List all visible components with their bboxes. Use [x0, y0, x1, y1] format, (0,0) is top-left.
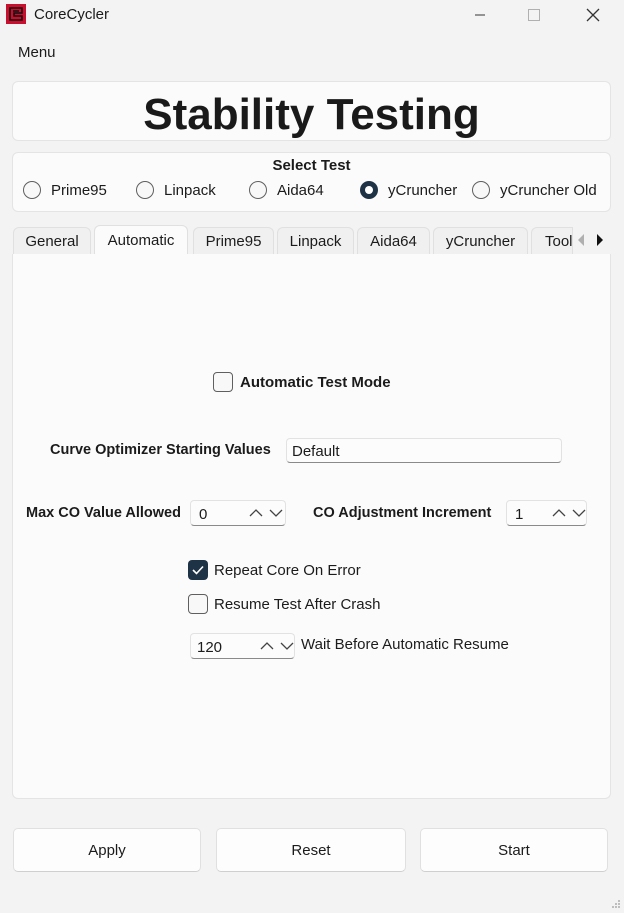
checkbox-unchecked-icon	[213, 372, 233, 392]
radio-aida64[interactable]: Aida64	[249, 179, 324, 201]
max-co-value: 0	[199, 506, 208, 523]
tab-prime95[interactable]: Prime95	[193, 227, 274, 254]
tab-ycruncher[interactable]: yCruncher	[433, 227, 528, 254]
tab-general[interactable]: General	[13, 227, 91, 254]
apply-button[interactable]: Apply	[13, 828, 201, 872]
resume-after-crash-checkbox[interactable]: Resume Test After Crash	[188, 594, 380, 614]
arrow-right-icon	[597, 234, 603, 246]
select-test-title: Select Test	[272, 157, 351, 174]
chevron-down-icon[interactable]	[572, 508, 586, 518]
chevron-up-icon[interactable]	[552, 508, 566, 518]
tab-linpack[interactable]: Linpack	[277, 227, 354, 254]
resume-after-crash-label: Resume Test After Crash	[214, 595, 381, 613]
maximize-button[interactable]	[511, 0, 557, 30]
repeat-core-label: Repeat Core On Error	[214, 561, 361, 579]
minimize-button[interactable]	[457, 0, 503, 30]
radio-selected-icon	[360, 181, 378, 199]
curve-optimizer-field[interactable]: Default	[286, 438, 562, 463]
menu-button[interactable]: Menu	[18, 44, 56, 61]
wait-seconds-value: 120	[197, 639, 223, 656]
checkmark-icon	[188, 560, 208, 580]
tab-aida64[interactable]: Aida64	[357, 227, 430, 254]
max-co-label: Max CO Value Allowed	[26, 505, 181, 521]
radio-circle-icon	[136, 181, 154, 199]
wait-seconds-spinbox[interactable]: 120	[190, 633, 295, 659]
window-title: CoreCycler	[34, 6, 110, 23]
automatic-tab-panel	[12, 254, 611, 799]
tab-scroll-left-button[interactable]	[573, 229, 589, 251]
co-increment-spinbox[interactable]: 1	[506, 500, 587, 526]
chevron-up-icon[interactable]	[260, 641, 274, 651]
radio-circle-icon	[249, 181, 267, 199]
radio-circle-icon	[472, 181, 490, 199]
minimize-icon	[475, 14, 485, 16]
radio-label: yCruncher	[388, 181, 458, 199]
resize-grip-icon[interactable]	[611, 896, 621, 908]
tab-tools[interactable]: Tool	[531, 227, 573, 254]
app-logo-icon	[6, 4, 26, 24]
header-panel: Stability Testing	[12, 81, 611, 141]
select-test-panel: Select Test Prime95 Linpack Aida64 yCrun…	[12, 152, 611, 212]
max-co-spinbox[interactable]: 0	[190, 500, 286, 526]
radio-ycruncher[interactable]: yCruncher	[360, 179, 457, 201]
radio-ycruncher-old[interactable]: yCruncher Old	[472, 179, 597, 201]
chevron-down-icon[interactable]	[269, 508, 283, 518]
close-button[interactable]	[570, 0, 616, 30]
curve-optimizer-label: Curve Optimizer Starting Values	[50, 442, 271, 458]
wait-before-resume-label: Wait Before Automatic Resume	[301, 636, 509, 653]
chevron-down-icon[interactable]	[280, 641, 294, 651]
page-title: Stability Testing	[143, 90, 480, 139]
automatic-test-mode-label: Automatic Test Mode	[240, 373, 391, 391]
curve-optimizer-value: Default	[292, 443, 340, 460]
tab-automatic[interactable]: Automatic	[94, 225, 188, 255]
radio-label: Prime95	[51, 181, 107, 199]
repeat-core-checkbox[interactable]: Repeat Core On Error	[188, 560, 361, 580]
maximize-icon	[528, 9, 540, 21]
start-button[interactable]: Start	[420, 828, 608, 872]
tab-scroll-right-button[interactable]	[592, 229, 608, 251]
radio-prime95[interactable]: Prime95	[23, 179, 107, 201]
automatic-test-mode-checkbox[interactable]: Automatic Test Mode	[213, 372, 391, 392]
radio-label: Linpack	[164, 181, 216, 199]
radio-label: Aida64	[277, 181, 324, 199]
chevron-up-icon[interactable]	[249, 508, 263, 518]
co-increment-value: 1	[515, 506, 524, 523]
radio-linpack[interactable]: Linpack	[136, 179, 216, 201]
reset-button[interactable]: Reset	[216, 828, 406, 872]
checkbox-unchecked-icon	[188, 594, 208, 614]
radio-circle-icon	[23, 181, 41, 199]
arrow-left-icon	[578, 234, 584, 246]
co-increment-label: CO Adjustment Increment	[313, 505, 492, 521]
close-icon	[586, 8, 600, 22]
radio-label: yCruncher Old	[500, 181, 597, 199]
